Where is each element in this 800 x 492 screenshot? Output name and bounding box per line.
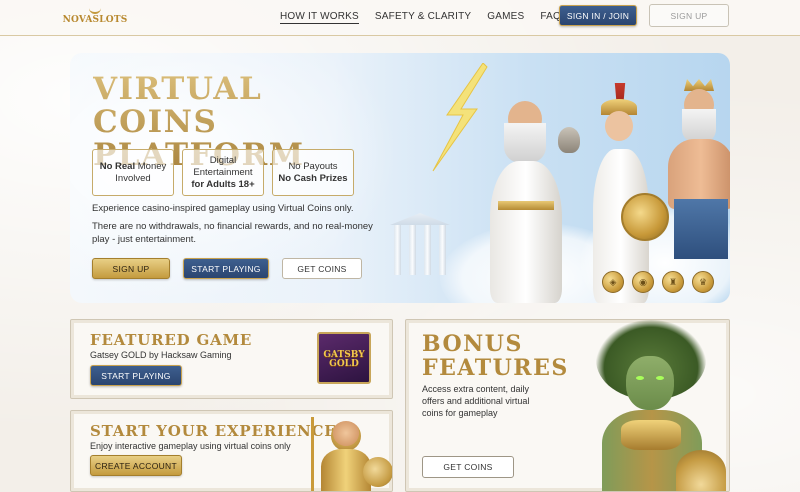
featured-start-playing-button[interactable]: START PLAYING bbox=[90, 365, 182, 386]
feature-badges: No Real Money Involved Digital Entertain… bbox=[92, 149, 354, 196]
feature-text: Involved bbox=[115, 172, 151, 184]
bonus-features-title: BONUS FEATURES bbox=[422, 332, 569, 380]
feature-no-real-money: No Real Money Involved bbox=[92, 149, 174, 196]
create-account-button[interactable]: CREATE ACCOUNT bbox=[90, 455, 182, 476]
shield-coin-icon: ◈ bbox=[602, 271, 624, 293]
zeus-figure bbox=[480, 83, 570, 303]
bonus-title-line2: FEATURES bbox=[422, 355, 569, 381]
thumb-text-line2: GOLD bbox=[329, 359, 359, 369]
feature-text: Money bbox=[135, 160, 167, 172]
hero-disclaimer: There are no withdrawals, no financial r… bbox=[92, 221, 373, 245]
feature-text-bold: No Cash Prizes bbox=[278, 172, 348, 184]
sign-in-join-button[interactable]: SIGN IN / JOIN bbox=[559, 5, 637, 26]
bonus-features-text: Access extra content, daily offers and a… bbox=[422, 384, 530, 418]
featured-game-subtitle: Gatsey GOLD by Hacksaw Gaming bbox=[90, 350, 232, 360]
owl-icon bbox=[558, 127, 580, 153]
logo-crest-icon bbox=[89, 7, 101, 14]
start-experience-subtitle: Enjoy interactive gameplay using virtual… bbox=[90, 441, 291, 451]
game-thumbnail[interactable]: GATSBY GOLD bbox=[317, 332, 371, 384]
site-header: NOVASLOTS HOW IT WORKS SAFETY & CLARITY … bbox=[0, 0, 800, 36]
site-logo[interactable]: NOVASLOTS bbox=[63, 5, 127, 27]
chat-coin-icon: ◉ bbox=[632, 271, 654, 293]
hero-sign-up-button[interactable]: SIGN UP bbox=[92, 258, 170, 279]
bonus-get-coins-button[interactable]: GET COINS bbox=[422, 456, 514, 478]
medusa-figure bbox=[566, 320, 729, 491]
nav-how-it-works[interactable]: HOW IT WORKS bbox=[280, 11, 359, 24]
hero-title-line1: VIRTUAL COINS bbox=[93, 71, 263, 140]
start-experience-title: START YOUR EXPERIENCE bbox=[90, 422, 337, 440]
hero-actions: SIGN UP START PLAYING GET COINS bbox=[92, 258, 362, 279]
hero-start-playing-button[interactable]: START PLAYING bbox=[183, 258, 269, 279]
hero-banner: VIRTUAL COINS PLATFORM No Real Money Inv… bbox=[70, 53, 730, 303]
feature-text: No Payouts bbox=[288, 160, 338, 172]
hero-get-coins-button[interactable]: GET COINS bbox=[282, 258, 362, 279]
nav-safety-clarity[interactable]: SAFETY & CLARITY bbox=[375, 11, 471, 24]
feature-text-bold: for Adults 18+ bbox=[191, 178, 255, 190]
trophy-coin-icon: ♜ bbox=[662, 271, 684, 293]
feature-no-payouts: No Payouts No Cash Prizes bbox=[272, 149, 354, 196]
feature-text-bold: No Real bbox=[99, 160, 136, 172]
poseidon-figure bbox=[662, 73, 730, 303]
feature-text: Entertainment bbox=[193, 166, 253, 178]
athena-figure bbox=[585, 83, 669, 303]
main-nav: HOW IT WORKS SAFETY & CLARITY GAMES FAQ bbox=[280, 11, 577, 24]
header-sign-up-button[interactable]: SIGN UP bbox=[649, 4, 729, 27]
coin-icons: ◈ ◉ ♜ ♛ bbox=[602, 271, 714, 293]
feature-digital-entertainment: Digital Entertainment for Adults 18+ bbox=[182, 149, 264, 196]
start-experience-card: START YOUR EXPERIENCE Enjoy interactive … bbox=[70, 410, 393, 492]
featured-game-title: FEATURED GAME bbox=[90, 331, 253, 349]
athena-warrior-figure bbox=[303, 417, 392, 491]
nav-games[interactable]: GAMES bbox=[487, 11, 524, 24]
bonus-title-line1: BONUS bbox=[422, 331, 523, 357]
featured-game-card: FEATURED GAME Gatsey GOLD by Hacksaw Gam… bbox=[70, 319, 393, 399]
hero-description: Experience casino-inspired gameplay usin… bbox=[92, 203, 354, 214]
nav-faq[interactable]: FAQ bbox=[540, 11, 561, 24]
feature-text: Digital bbox=[209, 154, 237, 166]
bonus-features-card: BONUS FEATURES Access extra content, dai… bbox=[405, 319, 730, 492]
gods-illustration bbox=[380, 53, 730, 303]
temple-icon bbox=[390, 213, 450, 283]
logo-text: NOVASLOTS bbox=[62, 15, 128, 25]
crown-coin-icon: ♛ bbox=[692, 271, 714, 293]
